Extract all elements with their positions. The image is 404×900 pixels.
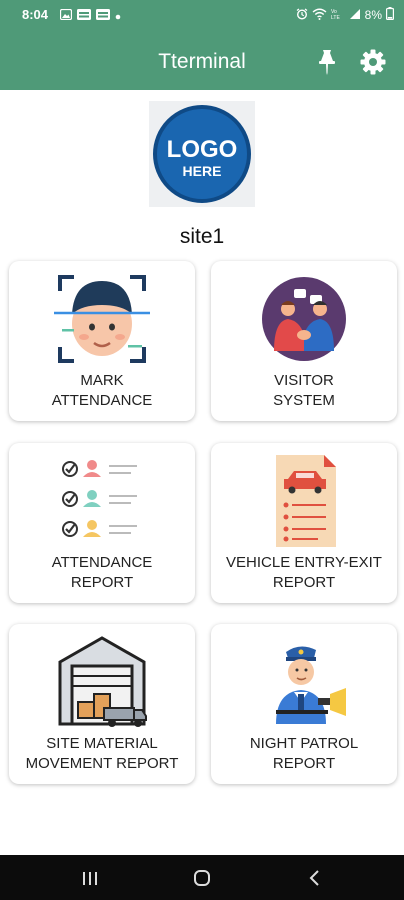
logo-text-line2: HERE	[182, 163, 222, 179]
status-bar: 8:04 Vo LTE 8%	[0, 0, 404, 30]
home-icon[interactable]	[187, 863, 217, 893]
logo-text-line1: LOGO	[166, 136, 238, 163]
vehicle-document-icon	[276, 455, 336, 547]
signal-icon	[349, 8, 361, 23]
svg-text:LTE: LTE	[331, 15, 340, 20]
tile-label: MARK ATTENDANCE	[51, 372, 153, 409]
alarm-icon	[296, 7, 308, 23]
media-icon	[77, 8, 91, 23]
wifi-icon	[312, 8, 327, 23]
status-left-icons	[59, 8, 121, 23]
company-logo: LOGO HERE	[149, 101, 255, 207]
tile-site-material-movement-report[interactable]: SITE MATERIAL MOVEMENT REPORT	[9, 624, 195, 784]
tile-label: ATTENDANCE REPORT	[51, 554, 153, 591]
warehouse-truck-icon	[58, 636, 147, 727]
tile-label: VISITOR SYSTEM	[273, 372, 335, 409]
tile-vehicle-entry-exit-report[interactable]: VEHICLE ENTRY-EXIT REPORT	[211, 443, 397, 603]
lte-icon: Vo LTE	[331, 8, 345, 23]
gear-icon[interactable]	[359, 48, 387, 76]
tile-visitor-system[interactable]: VISITOR SYSTEM	[211, 261, 397, 421]
status-time: 8:04	[22, 7, 49, 22]
app-title: Tterminal	[158, 50, 246, 73]
pin-icon[interactable]	[313, 48, 341, 76]
dot-icon	[115, 8, 121, 23]
tile-attendance-report[interactable]: ATTENDANCE REPORT	[9, 443, 195, 603]
status-right-icons: Vo LTE 8%	[296, 7, 395, 23]
face-scan-icon	[54, 275, 150, 363]
tile-night-patrol-report[interactable]: NIGHT PATROL REPORT	[211, 624, 397, 784]
security-guard-icon	[276, 646, 346, 724]
site-name: site1	[179, 225, 225, 248]
tile-mark-attendance[interactable]: MARK ATTENDANCE	[9, 261, 195, 421]
battery-icon	[386, 7, 395, 23]
media-icon	[96, 8, 110, 23]
recent-apps-icon[interactable]	[75, 863, 105, 893]
logo-badge: LOGO HERE	[153, 105, 251, 203]
back-icon[interactable]	[300, 863, 330, 893]
tile-label: SITE MATERIAL MOVEMENT REPORT	[25, 735, 179, 772]
tile-label: VEHICLE ENTRY-EXIT REPORT	[226, 554, 382, 591]
system-nav-bar	[0, 855, 404, 900]
image-icon	[59, 8, 73, 23]
tile-label: NIGHT PATROL REPORT	[249, 735, 359, 772]
attendance-checklist-icon	[62, 460, 137, 537]
battery-percent: 8%	[364, 8, 382, 22]
visitor-meeting-icon	[262, 277, 346, 361]
app-header: 8:04 Vo LTE 8% Tterminal	[0, 0, 404, 90]
